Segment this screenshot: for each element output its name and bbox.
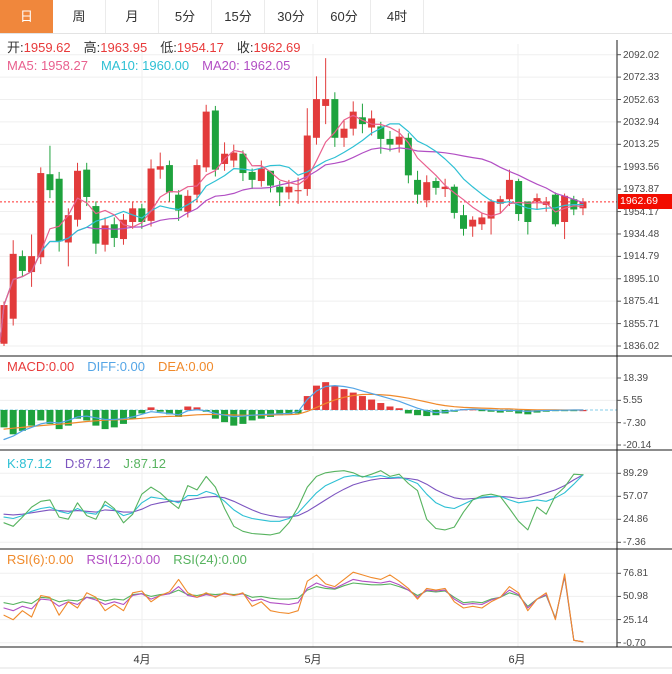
- ohlc-item-value-2: 1954.17: [176, 40, 224, 55]
- y-tick-label: 2072.33: [623, 72, 660, 84]
- y-tick-label: 5.55: [623, 395, 643, 407]
- macd-legend-row: MACD:0.00 DIFF:0.00 DEA:0.00: [7, 359, 214, 374]
- y-tick-label: 50.98: [623, 591, 649, 603]
- kdj-item-0: K:87.12: [7, 456, 52, 471]
- ma-legend-row: MA5: 1958.27 MA10: 1960.00 MA20: 1962.05: [7, 58, 290, 73]
- ohlc-item-value-3: 1962.69: [253, 40, 301, 55]
- y-tick-label: 1934.48: [623, 228, 660, 240]
- ma-item-2: MA20: 1962.05: [202, 58, 291, 73]
- chart-canvas[interactable]: [0, 0, 672, 674]
- y-tick-label: 1855.71: [623, 318, 660, 330]
- y-tick-label: 76.81: [623, 568, 649, 580]
- y-tick-label: 1993.56: [623, 161, 660, 173]
- y-tick-label: 2013.25: [623, 139, 660, 151]
- kdj-item-1: D:87.12: [64, 456, 111, 471]
- kline-chart-app: 日周月 5分 15分 30分 60分 4时 开:1959.62 高:1963.95 低:195…: [0, 0, 672, 674]
- y-tick-label: -7.36: [623, 537, 646, 549]
- x-tick-label: 4月: [133, 654, 151, 666]
- macd-item-1: DIFF:0.00: [87, 359, 145, 374]
- ohlc-item-1: 高:1963.95: [84, 37, 148, 56]
- rsi-item-2: RSI(24):0.00: [173, 552, 247, 567]
- y-tick-label: 18.39: [623, 373, 649, 384]
- tab-week[interactable]: 周: [53, 0, 106, 33]
- current-price-badge: 1962.69: [618, 194, 672, 210]
- y-tick-label: 2032.94: [623, 116, 660, 128]
- y-tick-label: 2092.02: [623, 49, 660, 61]
- tab-5min[interactable]: 5分: [159, 0, 212, 33]
- ohlc-item-label-1: 高:: [83, 40, 101, 55]
- timeframe-tabbar: 日周月 5分 15分 30分 60分 4时: [0, 0, 672, 34]
- rsi-item-0: RSI(6):0.00: [7, 552, 74, 567]
- macd-item-2: DEA:0.00: [158, 359, 214, 374]
- tab-15min[interactable]: 15分: [212, 0, 265, 33]
- y-tick-label: 1875.41: [623, 296, 660, 308]
- tab-4hour[interactable]: 4时: [371, 0, 424, 33]
- rsi-legend-row: RSI(6):0.00 RSI(12):0.00 RSI(24):0.00: [7, 552, 247, 567]
- y-tick-label: -20.14: [623, 440, 652, 451]
- tab-month[interactable]: 月: [106, 0, 159, 33]
- ohlc-item-label-2: 低:: [160, 40, 177, 55]
- x-tick-label: 5月: [304, 654, 322, 666]
- x-tick-label: 6月: [508, 654, 526, 666]
- y-tick-label: -0.70: [623, 637, 646, 649]
- kdj-item-2: J:87.12: [123, 456, 167, 471]
- ohlc-item-value-1: 1963.95: [100, 40, 148, 55]
- rsi-item-1: RSI(12):0.00: [86, 552, 161, 567]
- y-tick-label: 1836.02: [623, 341, 660, 352]
- y-tick-label: 1914.79: [623, 251, 660, 263]
- ohlc-item-0: 开:1959.62: [7, 37, 71, 56]
- tab-60min[interactable]: 60分: [318, 0, 371, 33]
- y-tick-label: -7.30: [623, 417, 646, 429]
- y-tick-label: 89.29: [623, 468, 649, 480]
- ma-item-0: MA5: 1958.27: [7, 58, 88, 73]
- y-tick-label: 57.07: [623, 491, 649, 503]
- ohlc-legend-row: 开:1959.62 高:1963.95 低:1954.17 收:1962.69: [7, 37, 301, 56]
- ohlc-item-value-0: 1959.62: [23, 40, 71, 55]
- tab-30min[interactable]: 30分: [265, 0, 318, 33]
- y-tick-label: 25.14: [623, 614, 649, 626]
- y-tick-label: 24.86: [623, 514, 649, 526]
- ma-item-1: MA10: 1960.00: [100, 58, 190, 73]
- tab-day[interactable]: 日: [0, 0, 53, 33]
- y-tick-label: 2052.63: [623, 94, 660, 106]
- kdj-legend-row: K:87.12 D:87.12 J:87.12: [7, 456, 166, 471]
- ohlc-item-label-0: 开:: [7, 40, 24, 55]
- y-tick-label: 1895.10: [623, 273, 660, 285]
- ohlc-item-label-3: 收:: [236, 40, 254, 55]
- macd-item-0: MACD:0.00: [7, 359, 75, 374]
- ohlc-item-2: 低:1954.17: [160, 37, 224, 56]
- ohlc-item-3: 收:1962.69: [237, 37, 301, 56]
